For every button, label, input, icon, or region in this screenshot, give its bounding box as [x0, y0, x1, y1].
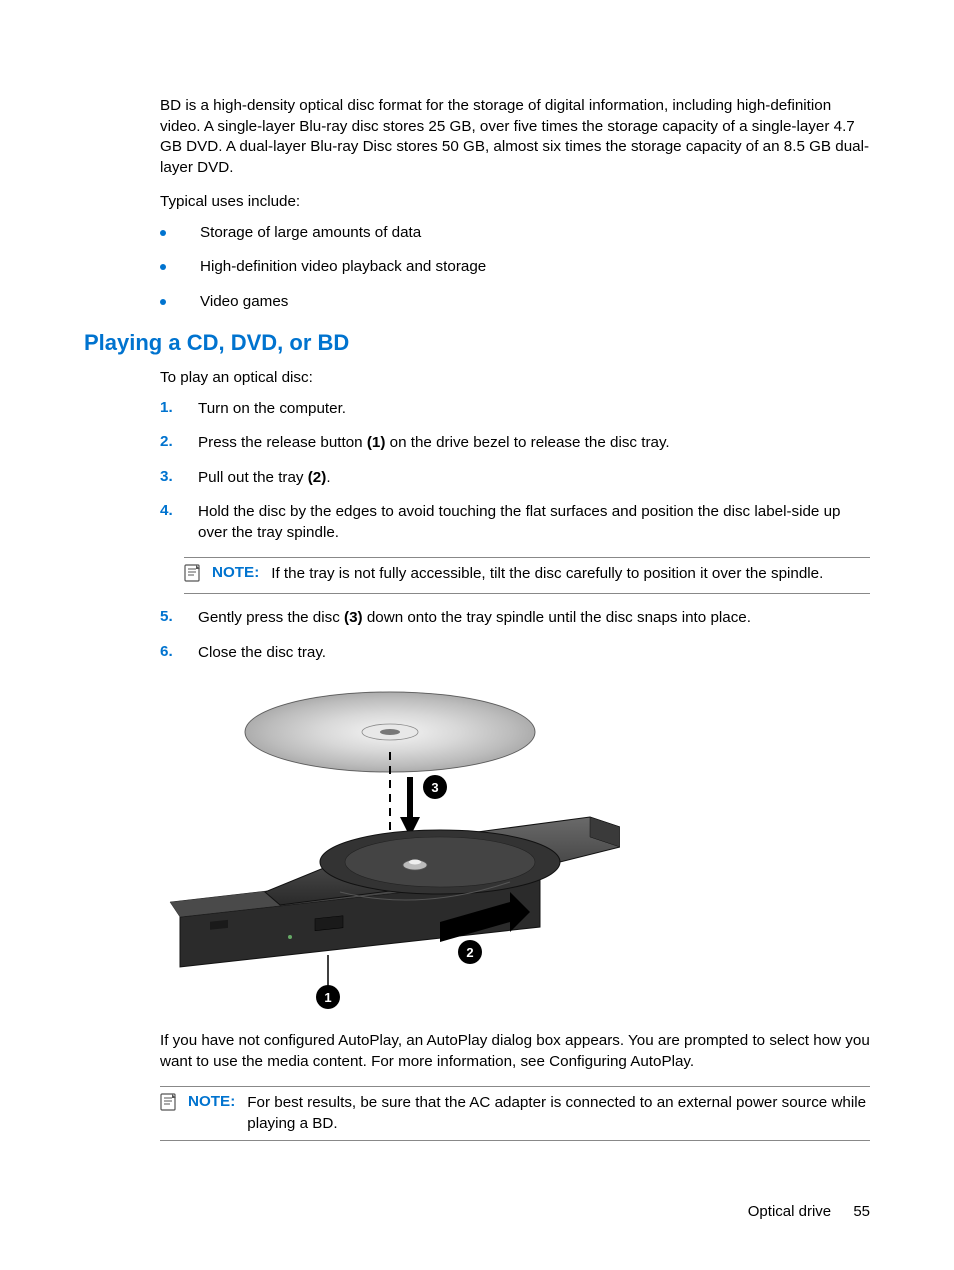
note-text: For best results, be sure that the AC ad… [247, 1093, 870, 1134]
note-label: NOTE: [188, 1093, 235, 1110]
step-number: 6. [160, 643, 198, 660]
svg-text:3: 3 [431, 780, 438, 795]
document-page: BD is a high-density optical disc format… [0, 0, 954, 1270]
list-item: 4. Hold the disc by the edges to avoid t… [160, 502, 870, 543]
step-number: 3. [160, 468, 198, 485]
note-icon [184, 564, 206, 587]
bullet-text: High-definition video playback and stora… [200, 257, 486, 278]
step-number: 2. [160, 433, 198, 450]
step-text: Pull out the tray (2). [198, 468, 870, 489]
ordered-list: 1. Turn on the computer. 2. Press the re… [160, 399, 870, 544]
play-intro: To play an optical disc: [160, 368, 870, 389]
note-icon [160, 1093, 182, 1116]
list-item: Storage of large amounts of data [160, 223, 870, 244]
bullet-text: Storage of large amounts of data [200, 223, 421, 244]
list-item: 1. Turn on the computer. [160, 399, 870, 420]
step-text: Gently press the disc (3) down onto the … [198, 608, 870, 629]
ordered-list-continued: 5. Gently press the disc (3) down onto t… [160, 608, 870, 663]
step-number: 4. [160, 502, 198, 519]
step-text: Hold the disc by the edges to avoid touc… [198, 502, 870, 543]
svg-text:1: 1 [324, 990, 331, 1005]
list-item: Video games [160, 292, 870, 313]
list-item: High-definition video playback and stora… [160, 257, 870, 278]
intro-paragraph: BD is a high-density optical disc format… [160, 96, 870, 178]
bullet-icon [160, 264, 166, 270]
list-item: 5. Gently press the disc (3) down onto t… [160, 608, 870, 629]
list-item: 3. Pull out the tray (2). [160, 468, 870, 489]
disc-drive-figure: 3 [160, 677, 870, 1017]
step-number: 5. [160, 608, 198, 625]
footer-section-name: Optical drive [748, 1203, 831, 1220]
bullet-icon [160, 230, 166, 236]
list-item: 2. Press the release button (1) on the d… [160, 433, 870, 454]
bullet-text: Video games [200, 292, 288, 313]
note-text: If the tray is not fully accessible, til… [271, 564, 870, 585]
step-text: Close the disc tray. [198, 643, 870, 664]
uses-intro: Typical uses include: [160, 192, 870, 213]
bullet-icon [160, 299, 166, 305]
note-box: NOTE: For best results, be sure that the… [160, 1086, 870, 1141]
step-number: 1. [160, 399, 198, 416]
note-box: NOTE: If the tray is not fully accessibl… [184, 557, 870, 594]
list-item: 6. Close the disc tray. [160, 643, 870, 664]
bullet-list: Storage of large amounts of data High-de… [160, 223, 870, 313]
footer-page-number: 55 [853, 1203, 870, 1220]
svg-text:2: 2 [466, 945, 473, 960]
step-text: Press the release button (1) on the driv… [198, 433, 870, 454]
content-area: BD is a high-density optical disc format… [84, 96, 870, 1141]
page-footer: Optical drive 55 [748, 1203, 870, 1220]
autoplay-paragraph: If you have not configured AutoPlay, an … [160, 1031, 870, 1072]
section-heading: Playing a CD, DVD, or BD [84, 330, 870, 356]
note-label: NOTE: [212, 564, 259, 581]
step-text: Turn on the computer. [198, 399, 870, 420]
